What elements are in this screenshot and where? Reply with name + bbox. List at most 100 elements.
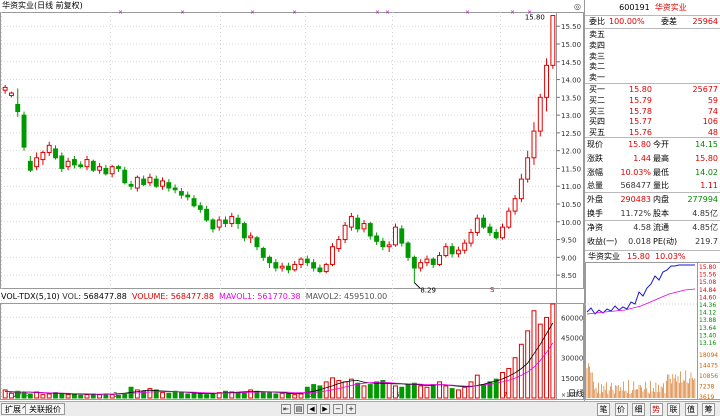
volume-bar	[197, 393, 203, 399]
chart-settings-icon[interactable]: ◎	[574, 2, 581, 11]
event-marker[interactable]: ×	[292, 9, 297, 16]
event-marker[interactable]: ×	[465, 9, 470, 16]
scroll-left-button[interactable]: ◀	[307, 404, 317, 414]
volume-bar	[178, 391, 184, 399]
sell-row[interactable]: 卖五	[585, 29, 720, 40]
price-tick-label: 12.00	[561, 148, 581, 156]
panel-tab-2[interactable]: 细	[632, 403, 645, 416]
event-marker[interactable]: ×	[385, 9, 390, 16]
kline-chart[interactable]: 15.50 15.00 14.50 14.00 13.50 13.00 12.50 12.00…	[0, 0, 584, 402]
candle-body	[462, 242, 468, 251]
stat-value: 0.018	[628, 236, 651, 246]
volume-bar	[109, 394, 115, 399]
zoom-in-button[interactable]: +	[346, 404, 356, 414]
price-tick-label: 9.00	[561, 254, 577, 262]
stat-row: 涨跌 1.44 最高 15.80	[585, 153, 720, 164]
event-marker[interactable]: ×	[510, 9, 515, 16]
candle-body	[147, 176, 153, 184]
candle-body	[166, 182, 172, 189]
stat-label: 涨跌	[587, 153, 603, 163]
volume-bar	[506, 367, 512, 399]
volume-bar	[455, 389, 461, 399]
volume-value: 568477.88	[170, 292, 214, 301]
candle-body	[518, 178, 524, 200]
panel-tab-5[interactable]: 值	[684, 403, 698, 416]
volume-bar	[462, 386, 468, 399]
candle-body	[544, 64, 550, 98]
panel-tab-1[interactable]: 价	[614, 403, 628, 416]
candle-body	[424, 258, 430, 264]
buy-row[interactable]: 买三 15.78 74	[585, 106, 720, 117]
stock-code: 600191	[619, 3, 650, 12]
volume-bar	[361, 385, 367, 399]
stat-value: 11.72%	[620, 209, 651, 218]
volume-bar	[443, 385, 449, 399]
volume-bar	[40, 394, 46, 399]
bottom-toolbar: 扩展^ 关联报价 ⇤ ▤ ◀ ▶ − + 日线 笔价细势联值筹	[0, 389, 720, 416]
candle-body	[65, 160, 71, 168]
panel-tab-4[interactable]: 联	[667, 403, 680, 416]
candle-body	[348, 215, 354, 228]
buy-row[interactable]: 买四 15.77 106	[585, 116, 720, 127]
stat-label: 总量	[587, 181, 603, 191]
mini-price-tick: 13.88	[699, 317, 716, 324]
panel-tab-0[interactable]: 笔	[597, 403, 610, 416]
candle-body	[292, 263, 298, 271]
candle-body	[525, 157, 531, 180]
candle-body	[386, 244, 392, 248]
mini-volume-tick: 10856	[699, 373, 718, 380]
volume-bar	[116, 394, 121, 399]
stat-value-2: 1.11	[700, 181, 718, 191]
sell-row[interactable]: 卖二	[585, 61, 720, 72]
volume-bar	[411, 382, 417, 399]
buy-row[interactable]: 买一 15.80 25677	[585, 84, 720, 95]
volume-tick-label: 60000	[561, 314, 583, 322]
volume-bar	[430, 384, 436, 399]
buy-row[interactable]: 买二 15.79 59	[585, 95, 720, 106]
kline-chart-area[interactable]: 15.50 15.00 14.50 14.00 13.50 13.00 12.50 12.00…	[0, 0, 584, 416]
stat-label-2: 股本	[653, 209, 669, 218]
intraday-mini-chart[interactable]: 15.8015.5615.0814.8414.6014.3614.1213.88…	[585, 262, 720, 400]
stat-row: 涨幅 10.03% 最低 14.02	[585, 167, 720, 178]
volume-bar	[367, 384, 373, 399]
stat-row: 外盘 290483 内盘 277994	[585, 194, 720, 205]
volume-bar	[27, 393, 33, 399]
price-tick-label: 15.00	[561, 41, 581, 49]
candle-body	[512, 198, 518, 212]
buy-label: 买一	[589, 85, 605, 94]
buy-price: 15.77	[629, 117, 652, 127]
volume-bar	[8, 392, 14, 399]
sell-row[interactable]: 卖四	[585, 40, 720, 51]
candle-body	[90, 160, 96, 171]
buy-volume: 74	[707, 106, 718, 116]
panel-tab-3[interactable]: 势	[649, 403, 663, 416]
volume-bar	[418, 385, 424, 399]
volume-bar	[21, 392, 27, 399]
related-quote-tab[interactable]: 关联报价	[25, 403, 65, 415]
candle-body	[34, 157, 40, 168]
price-tick-label: 12.50	[561, 130, 581, 138]
scroll-right-button[interactable]: ▶	[320, 404, 330, 414]
buy-label: 买三	[589, 106, 605, 116]
candle-body	[336, 239, 342, 249]
period-label[interactable]: 日线	[565, 388, 587, 400]
volume-bar	[399, 386, 405, 399]
sell-row[interactable]: 卖三	[585, 51, 720, 62]
sell-row[interactable]: 卖一	[585, 72, 720, 83]
prev-period-button[interactable]: ⇤	[281, 404, 291, 414]
event-marker[interactable]: ×	[375, 9, 380, 16]
event-marker[interactable]: ×	[250, 9, 255, 16]
volume-bar	[449, 388, 455, 399]
stat-value: 568477	[620, 181, 651, 191]
panel-tab-6[interactable]: 筹	[702, 403, 715, 416]
candle-body	[531, 130, 537, 159]
volume-bar	[424, 386, 430, 399]
mini-chart-pct: 10.03%	[655, 252, 686, 261]
stat-row: 收益(一) 0.018 PE(动) 219.7	[585, 236, 720, 247]
candle-body	[411, 256, 417, 269]
view-button[interactable]: ▤	[294, 404, 304, 414]
stat-label-2: 量比	[653, 181, 669, 191]
zoom-out-button[interactable]: −	[333, 404, 343, 414]
mavol2-line	[5, 342, 554, 395]
volume-bar	[348, 378, 354, 399]
